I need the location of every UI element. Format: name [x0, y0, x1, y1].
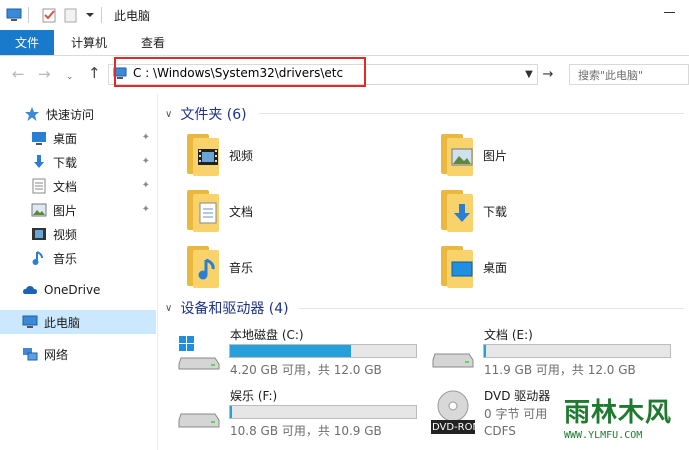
properties-icon[interactable] [41, 7, 57, 23]
title-bar: 此电脑 [0, 0, 689, 30]
watermark-url: WWW.YLMFU.COM [564, 430, 643, 441]
pin-icon[interactable]: ✦ [142, 180, 150, 191]
windows-drive-icon[interactable] [177, 336, 221, 372]
watermark-logo: 雨林木风 WWW.YLMFU.COM [556, 388, 689, 450]
sidebar-item-network[interactable]: 网络 [0, 342, 156, 366]
sidebar-item-label: OneDrive [44, 283, 101, 297]
highlight-box [114, 57, 366, 87]
drive-usage-fill [230, 406, 232, 418]
hard-drive-icon[interactable] [431, 336, 475, 372]
desktop-icon [31, 130, 47, 146]
folder-label: 图片 [483, 149, 508, 163]
pictures-folder-icon[interactable] [437, 132, 477, 176]
desktop-folder-icon[interactable] [437, 244, 477, 288]
sidebar-item-label: 下载 [53, 155, 78, 170]
pin-icon[interactable]: ✦ [142, 156, 150, 167]
recent-locations-icon[interactable]: ⌄ [66, 70, 74, 85]
computer-icon [22, 314, 38, 330]
window-title: 此电脑 [114, 8, 151, 23]
pin-icon[interactable]: ✦ [142, 204, 150, 215]
sidebar-item-label: 音乐 [53, 251, 78, 266]
search-placeholder: 搜索"此电脑" [578, 69, 644, 82]
drive-info: 0 字节 可用 [484, 407, 548, 421]
documents-folder-icon[interactable] [183, 188, 223, 232]
sidebar-item-videos[interactable]: 视频 [0, 222, 156, 246]
folder-label: 音乐 [229, 261, 254, 275]
sidebar-item-onedrive[interactable]: OneDrive [0, 278, 156, 302]
tab-computer[interactable]: 计算机 [54, 30, 124, 55]
star-icon [24, 106, 40, 122]
sidebar-item-music[interactable]: 音乐 [0, 246, 156, 270]
sidebar-item-label: 网络 [44, 347, 69, 362]
chevron-down-icon: ∨ [165, 302, 173, 314]
sidebar-item-desktop[interactable]: 桌面 ✦ [0, 126, 156, 150]
sidebar-item-pictures[interactable]: 图片 ✦ [0, 198, 156, 222]
sidebar-item-label: 此电脑 [44, 315, 81, 330]
drive-info: 11.9 GB 可用，共 12.0 GB [484, 363, 636, 377]
computer-icon[interactable] [6, 7, 22, 23]
drive-label: 本地磁盘 (C:) [230, 328, 304, 342]
drive-filesystem: CDFS [484, 424, 516, 438]
chevron-down-icon[interactable] [85, 7, 95, 23]
drives-header-label: 设备和驱动器 (4) [180, 301, 289, 317]
hard-drive-icon[interactable] [177, 396, 221, 432]
drives-group-header[interactable]: ∨ 设备和驱动器 (4) [165, 298, 289, 318]
folder-label: 下载 [483, 205, 508, 219]
forward-arrow-icon[interactable]: → [38, 67, 51, 82]
pictures-icon [31, 202, 47, 218]
minimize-icon[interactable] [664, 12, 675, 13]
music-icon [31, 250, 47, 266]
chevron-down-icon[interactable]: ▼ [520, 64, 538, 85]
drive-usage-fill [484, 345, 486, 357]
drive-usage-bar [483, 344, 671, 358]
download-icon [31, 154, 47, 170]
go-arrow-icon[interactable]: → [540, 64, 556, 85]
folder-label: 视频 [229, 149, 254, 163]
sidebar-item-documents[interactable]: 文档 ✦ [0, 174, 156, 198]
pin-icon[interactable]: ✦ [142, 132, 150, 143]
toolbar-divider [28, 7, 29, 23]
new-folder-icon[interactable] [63, 7, 79, 23]
group-divider [259, 113, 684, 114]
sidebar-item-label: 文档 [53, 179, 78, 194]
chevron-down-icon: ∨ [165, 108, 173, 120]
folder-label: 桌面 [483, 261, 508, 275]
drive-label: 文档 (E:) [484, 328, 533, 342]
downloads-folder-icon[interactable] [437, 188, 477, 232]
music-folder-icon[interactable] [183, 244, 223, 288]
drive-usage-bar [229, 344, 417, 358]
drive-usage-fill [230, 345, 351, 357]
folders-header-label: 文件夹 (6) [180, 107, 247, 123]
sidebar-item-label: 快速访问 [46, 107, 95, 122]
sidebar-item-label: 桌面 [53, 131, 78, 146]
video-folder-icon[interactable] [183, 132, 223, 176]
ribbon-tabs: 文件 计算机 查看 [0, 30, 689, 56]
drive-label: 娱乐 (F:) [230, 389, 278, 403]
network-icon [22, 346, 38, 362]
sidebar-item-downloads[interactable]: 下载 ✦ [0, 150, 156, 174]
tab-file[interactable]: 文件 [0, 30, 54, 55]
sidebar-item-quick-access[interactable]: 快速访问 [0, 102, 156, 126]
cloud-icon [22, 282, 38, 298]
toolbar-divider [101, 7, 102, 23]
drive-info: 10.8 GB 可用，共 10.9 GB [230, 424, 382, 438]
up-arrow-icon[interactable]: ↑ [88, 66, 101, 81]
document-icon [31, 178, 47, 194]
group-divider [299, 308, 684, 309]
tab-view[interactable]: 查看 [124, 30, 182, 55]
sidebar-item-label: 视频 [53, 227, 78, 242]
dvd-rom-badge: DVD-ROM [432, 422, 482, 433]
folder-label: 文档 [229, 205, 254, 219]
back-arrow-icon[interactable]: ← [12, 67, 25, 82]
watermark-text: 雨林木风 [564, 398, 673, 428]
video-icon [31, 226, 47, 242]
sidebar-item-this-pc[interactable]: 此电脑 [0, 310, 156, 334]
drive-info: 4.20 GB 可用，共 12.0 GB [230, 363, 382, 377]
drive-usage-bar [229, 405, 417, 419]
navigation-pane: 快速访问 桌面 ✦ 下载 ✦ 文档 ✦ 图片 ✦ 视频 音乐 OneDrive … [0, 94, 158, 450]
drive-label: DVD 驱动器 [484, 389, 551, 403]
sidebar-item-label: 图片 [53, 203, 78, 218]
folders-group-header[interactable]: ∨ 文件夹 (6) [165, 104, 247, 124]
